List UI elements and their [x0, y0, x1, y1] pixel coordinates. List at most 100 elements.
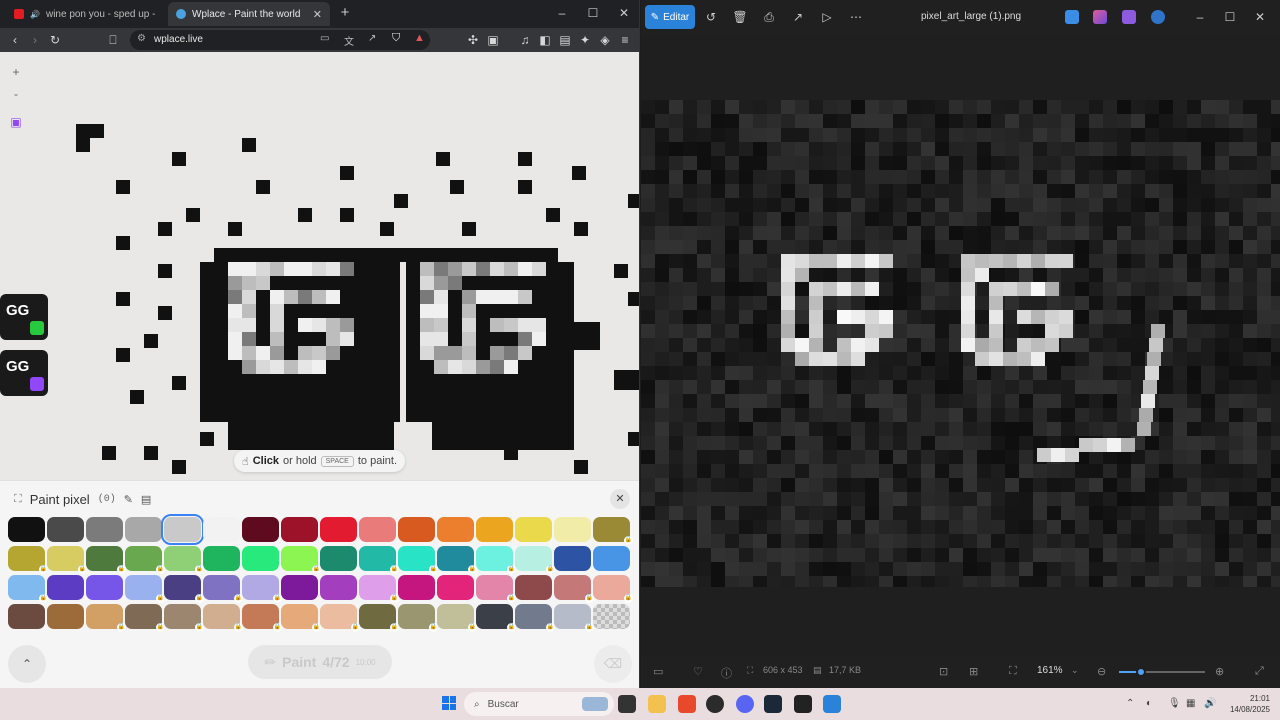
color-swatch[interactable]: 🔒: [359, 575, 399, 603]
pixel-art-canvas[interactable]: [0, 52, 640, 480]
reload-icon[interactable]: ↻: [46, 31, 64, 49]
edit-button[interactable]: ✎ Editar: [645, 5, 695, 29]
tray-app-icon[interactable]: ◐: [1146, 698, 1152, 709]
taskbar-search[interactable]: ⌕ Buscar: [464, 692, 614, 716]
color-swatch[interactable]: 🔒: [242, 604, 282, 632]
close-window-button[interactable]: ✕: [614, 4, 634, 22]
color-swatch[interactable]: [86, 517, 123, 542]
color-swatch[interactable]: [161, 514, 204, 545]
color-swatch[interactable]: [320, 546, 357, 571]
color-swatch[interactable]: [437, 575, 474, 600]
color-swatch[interactable]: 🔒: [476, 546, 516, 574]
share-icon[interactable]: ↗: [789, 8, 807, 26]
copilot-icon[interactable]: [1093, 10, 1107, 24]
color-swatch[interactable]: 🔒: [359, 546, 399, 574]
color-swatch[interactable]: [515, 575, 552, 600]
color-swatch[interactable]: 🔒: [437, 546, 477, 574]
cast-icon[interactable]: ▭: [320, 33, 329, 44]
eraser-button[interactable]: ⌫: [594, 645, 632, 683]
bookmark-icon[interactable]: ⎕: [104, 31, 122, 49]
close-tab-icon[interactable]: ✕: [313, 8, 322, 21]
color-swatch[interactable]: 🔒: [281, 604, 321, 632]
maximize-button[interactable]: ☐: [583, 4, 603, 22]
discord-icon[interactable]: [736, 695, 754, 713]
color-swatch[interactable]: 🔒: [203, 575, 243, 603]
zoom-in-button[interactable]: +: [8, 64, 24, 80]
color-swatch[interactable]: 🔒: [515, 546, 555, 574]
volume-icon[interactable]: 🔊: [1204, 698, 1216, 709]
color-swatch[interactable]: 🔒: [47, 546, 87, 574]
menu-icon[interactable]: ≡: [616, 31, 634, 49]
zoom-slider[interactable]: [1119, 667, 1205, 677]
share-icon[interactable]: ↗: [368, 33, 376, 44]
color-swatch[interactable]: [47, 575, 84, 600]
color-swatch[interactable]: [281, 575, 318, 600]
designer-app-icon[interactable]: [1065, 10, 1079, 24]
color-swatch[interactable]: 🔒: [86, 604, 126, 632]
color-swatch[interactable]: 🔒: [320, 604, 360, 632]
color-swatch[interactable]: [593, 546, 630, 571]
color-swatch[interactable]: 🔒: [554, 575, 594, 603]
zoom-slider-thumb[interactable]: [1135, 667, 1146, 677]
color-swatch[interactable]: [398, 575, 435, 600]
brave-rewards-icon[interactable]: ▲: [414, 32, 425, 44]
back-icon[interactable]: ‹: [6, 31, 24, 49]
color-swatch[interactable]: [515, 517, 552, 542]
color-swatch[interactable]: [242, 517, 279, 542]
expand-palette-button[interactable]: ⌃: [8, 645, 46, 683]
color-swatch[interactable]: 🔒: [8, 546, 48, 574]
color-swatch[interactable]: [86, 575, 123, 600]
delete-icon[interactable]: 🗑: [731, 8, 749, 26]
color-swatch[interactable]: 🔒: [164, 604, 204, 632]
zoom-level[interactable]: 161%: [1037, 665, 1063, 676]
fit-icon[interactable]: ⛶: [1009, 665, 1017, 678]
color-swatch[interactable]: [398, 517, 435, 542]
vpn-icon[interactable]: ◈: [596, 31, 614, 49]
rotate-icon[interactable]: ↺: [702, 8, 720, 26]
brave-shield-icon[interactable]: ⛉: [392, 32, 400, 45]
color-swatch[interactable]: 🔒: [476, 604, 516, 632]
color-swatch[interactable]: 🔒: [242, 575, 282, 603]
minimize-button[interactable]: –: [1191, 8, 1209, 26]
color-swatch[interactable]: 🔒: [398, 604, 438, 632]
tab-wplace[interactable]: Wplace - Paint the world ✕: [168, 2, 330, 26]
windows-start-icon[interactable]: [442, 696, 456, 710]
color-swatch[interactable]: 🔒: [593, 575, 633, 603]
color-swatch[interactable]: 🔒: [86, 546, 126, 574]
zoom-out-button[interactable]: -: [8, 86, 24, 102]
color-swatch[interactable]: [8, 604, 45, 629]
crop-icon[interactable]: ⊞: [969, 665, 978, 678]
extensions-icon[interactable]: ✣: [464, 31, 482, 49]
color-swatch[interactable]: 🔒: [476, 575, 516, 603]
color-swatch[interactable]: 🔒: [281, 546, 321, 574]
close-window-button[interactable]: ✕: [1251, 8, 1269, 26]
minimize-button[interactable]: –: [552, 4, 572, 22]
tab-search-icon[interactable]: ▣: [484, 31, 502, 49]
gg-badge-2[interactable]: GG: [0, 350, 48, 396]
taskbar-clock[interactable]: 21:01 14/08/2025: [1230, 693, 1270, 715]
microphone-icon[interactable]: 🎙: [1168, 698, 1181, 709]
gg-badge-1[interactable]: GG: [0, 294, 48, 340]
filmstrip-icon[interactable]: ▭: [653, 665, 663, 678]
color-swatch[interactable]: 🔒: [125, 575, 165, 603]
site-info-icon[interactable]: ⚙: [137, 33, 146, 44]
translate-icon[interactable]: 文: [344, 33, 354, 48]
network-icon[interactable]: ▦: [1186, 698, 1195, 709]
new-tab-button[interactable]: +: [336, 4, 354, 22]
fullscreen-icon[interactable]: ⤢: [1255, 665, 1264, 678]
leo-ai-icon[interactable]: ✦: [576, 31, 594, 49]
fullscreen-icon[interactable]: ⛶: [14, 493, 22, 506]
task-view-icon[interactable]: [618, 695, 636, 713]
color-swatch[interactable]: [47, 517, 84, 542]
file-explorer-icon[interactable]: [648, 695, 666, 713]
enhance-icon[interactable]: ⊡: [939, 665, 948, 678]
clipchamp-icon[interactable]: [1122, 10, 1136, 24]
zoom-dropdown-icon[interactable]: ⌄: [1071, 665, 1079, 676]
paint-button[interactable]: ✏ Paint 4/72 10:00: [248, 645, 392, 679]
epic-games-icon[interactable]: [794, 695, 812, 713]
close-panel-button[interactable]: ✕: [610, 489, 630, 509]
color-swatch[interactable]: [554, 546, 591, 571]
color-swatch[interactable]: 🔒: [554, 604, 594, 632]
slideshow-icon[interactable]: ▷: [818, 8, 836, 26]
color-swatch[interactable]: 🔒: [359, 604, 399, 632]
